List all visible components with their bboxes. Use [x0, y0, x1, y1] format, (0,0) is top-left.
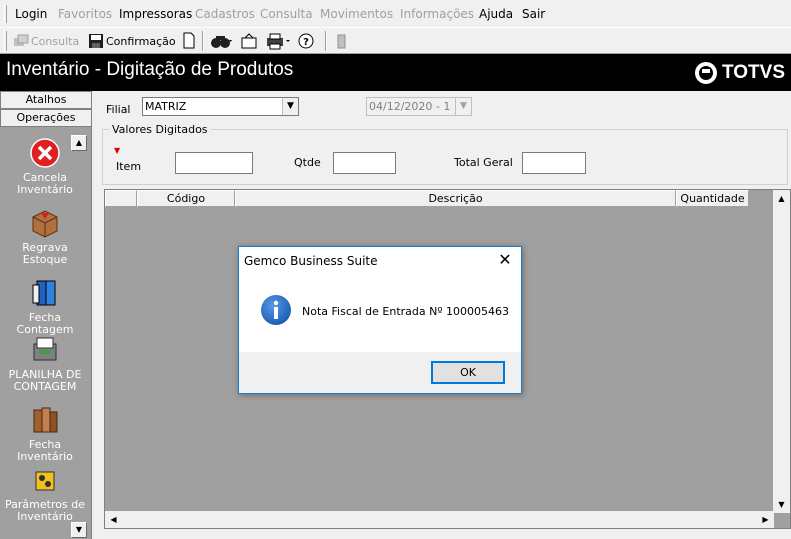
- chevron-down-icon[interactable]: ▼: [282, 98, 298, 115]
- menu-movimentos[interactable]: Movimentos: [320, 7, 393, 21]
- dialog-title-bar[interactable]: Gemco Business Suite ✕: [239, 247, 521, 274]
- toolbar-separator-2: [325, 31, 327, 51]
- tab-atalhos[interactable]: Atalhos: [0, 91, 92, 109]
- consulta-label: Consulta: [31, 34, 80, 48]
- box-icon: [32, 210, 58, 238]
- totvs-logo: TOTVS: [695, 62, 785, 84]
- filial-value: MATRIZ: [145, 100, 187, 113]
- info-icon: [261, 295, 291, 325]
- dialog-body: Nota Fiscal de Entrada Nº 100005463: [239, 274, 521, 352]
- menu-impressoras[interactable]: Impressoras: [119, 7, 192, 21]
- item-input[interactable]: [175, 152, 253, 174]
- sidebar-item-label: Fecha Inventário: [17, 438, 73, 463]
- total-geral-input[interactable]: [522, 152, 586, 174]
- totvs-logo-text: TOTVS: [722, 62, 785, 83]
- dialog-message: Nota Fiscal de Entrada Nº 100005463: [302, 305, 510, 318]
- window-title: Inventário - Digitação de Produtos: [6, 59, 294, 80]
- menu-favoritos[interactable]: Favoritos: [58, 7, 112, 21]
- toolbar-grip: [4, 31, 7, 51]
- filial-label: Filial: [106, 103, 131, 116]
- sidebar-scroll-up-button[interactable]: ▲: [71, 135, 87, 151]
- sidebar-item-label: Fecha Contagem: [16, 311, 74, 336]
- grid-header-descricao[interactable]: Descrição: [235, 190, 676, 207]
- total-geral-label: Total Geral: [454, 156, 513, 169]
- svg-text:?: ?: [303, 37, 309, 48]
- exit-icon[interactable]: [336, 32, 348, 50]
- ok-button[interactable]: OK: [431, 361, 505, 384]
- menu-informacoes[interactable]: Informações: [400, 7, 474, 21]
- sidebar-item-label: Regrava Estoque: [22, 241, 68, 266]
- date-select[interactable]: 04/12/2020 - 1 ▼: [366, 97, 472, 116]
- window-title-bar: Inventário - Digitação de Produtos TOTVS: [0, 54, 791, 91]
- sidebar-item-parametros-de-inventario[interactable]: Parâmetros de Inventário: [2, 464, 88, 523]
- menu-bar: Login Favoritos Impressoras Cadastros Co…: [0, 0, 791, 28]
- toolbar: Consulta Confirmação ?: [0, 28, 791, 54]
- save-icon: [89, 34, 103, 48]
- sidebar-item-fecha-contagem[interactable]: Fecha Contagem: [2, 277, 88, 336]
- sidebar-item-regrava-estoque[interactable]: Regrava Estoque: [2, 207, 88, 266]
- group-title: Valores Digitados: [109, 123, 211, 136]
- menu-cadastros[interactable]: Cadastros: [195, 7, 255, 21]
- tab-operacoes[interactable]: Operações: [0, 109, 92, 127]
- totvs-logo-icon: [695, 62, 717, 84]
- close-icon[interactable]: ✕: [493, 249, 517, 271]
- menu-sair[interactable]: Sair: [522, 7, 545, 21]
- grid-header-codigo[interactable]: Código: [137, 190, 235, 207]
- grid-header-quantidade[interactable]: Quantidade: [676, 190, 749, 207]
- books-icon: [33, 407, 58, 433]
- menu-grip: [4, 5, 7, 23]
- printer-icon[interactable]: [266, 32, 292, 50]
- chevron-down-icon[interactable]: ▼: [455, 98, 471, 115]
- menu-login[interactable]: Login: [15, 7, 47, 21]
- sidebar-item-fecha-inventario[interactable]: Fecha Inventário: [2, 404, 88, 463]
- sidebar-scroll-down-button[interactable]: ▼: [71, 522, 87, 538]
- dialog-title: Gemco Business Suite: [244, 254, 378, 268]
- qtde-input[interactable]: [333, 152, 396, 174]
- sidebar-item-label: Cancela Inventário: [17, 171, 73, 196]
- menu-ajuda[interactable]: Ajuda: [479, 7, 513, 21]
- new-document-icon[interactable]: [182, 32, 196, 50]
- scroll-down-icon[interactable]: ▼: [773, 496, 790, 513]
- scroll-left-icon[interactable]: ◀: [105, 511, 122, 528]
- spreadsheet-icon: [33, 337, 57, 361]
- menu-consulta[interactable]: Consulta: [260, 7, 313, 21]
- confirmacao-label: Confirmação: [106, 34, 176, 48]
- binoculars-icon[interactable]: [210, 32, 234, 50]
- item-label: Item: [116, 160, 142, 173]
- export-icon[interactable]: [240, 32, 258, 50]
- consulta-button[interactable]: Consulta: [13, 32, 79, 50]
- help-icon[interactable]: ?: [297, 32, 315, 50]
- date-value: 04/12/2020 - 1: [369, 100, 451, 113]
- grid-row-selector-header[interactable]: [105, 190, 137, 207]
- sidebar-item-label: Parâmetros de Inventário: [5, 498, 85, 523]
- parameters-icon: [35, 471, 55, 491]
- cancel-icon: [30, 138, 60, 168]
- scroll-up-icon[interactable]: ▲: [773, 190, 790, 207]
- grid-horizontal-scrollbar[interactable]: ◀ ▶: [105, 511, 774, 528]
- filial-select[interactable]: MATRIZ ▼: [142, 97, 299, 116]
- scroll-right-icon[interactable]: ▶: [757, 511, 774, 528]
- qtde-label: Qtde: [294, 156, 321, 169]
- required-marker: ▼: [114, 146, 121, 155]
- message-dialog: Gemco Business Suite ✕ Nota Fiscal de En…: [238, 246, 522, 394]
- sidebar-item-planilha-de-contagem[interactable]: PLANILHA DE CONTAGEM: [2, 334, 88, 393]
- operations-sidebar: Atalhos Operações Cancela Inventário ▲ R…: [0, 91, 92, 539]
- sidebar-item-label: PLANILHA DE CONTAGEM: [8, 368, 82, 393]
- toolbar-separator: [202, 31, 204, 51]
- binder-icon: [32, 280, 56, 306]
- grid-vertical-scrollbar[interactable]: ▲ ▼: [773, 190, 790, 513]
- consulta-icon: [14, 34, 29, 46]
- confirmacao-button[interactable]: Confirmação: [88, 32, 176, 50]
